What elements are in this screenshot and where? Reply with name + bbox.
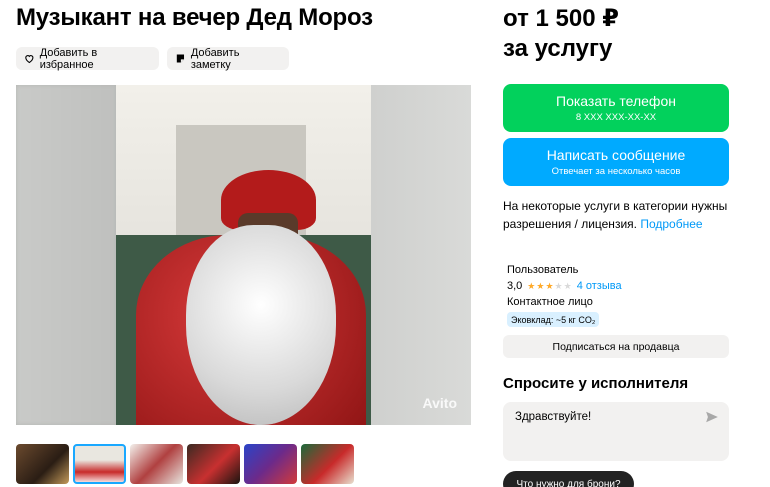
license-notice: На некоторые услуги в категории нужны ра… xyxy=(503,197,738,233)
thumbnail[interactable] xyxy=(16,444,69,484)
seller-contact-type: Контактное лицо xyxy=(507,296,593,308)
add-note-label: Добавить заметку xyxy=(190,46,240,71)
thumbnail[interactable] xyxy=(130,444,183,484)
phone-number-mask: 8 XXX XXX-XX-XX xyxy=(575,112,657,123)
main-photo[interactable]: Avito xyxy=(16,85,471,425)
heart-icon xyxy=(25,55,34,64)
star-filled-icon: ★ xyxy=(536,280,545,291)
add-note-button[interactable]: Добавить заметку xyxy=(167,46,289,71)
eco-badge[interactable]: Эковклад: ~5 кг CO₂ xyxy=(507,312,600,327)
send-icon[interactable] xyxy=(705,410,719,424)
seller-name[interactable]: Пользователь xyxy=(507,264,578,276)
star-empty-icon: ★ xyxy=(554,280,563,291)
rating-stars: ★ ★ ★ ★ ★ xyxy=(527,280,572,291)
thumbnail-strip xyxy=(16,444,354,484)
page-title: Музыкант на вечер Дед Мороз xyxy=(16,4,373,31)
license-more-link[interactable]: Подробнее xyxy=(640,217,702,231)
thumbnail-active[interactable] xyxy=(73,444,126,484)
photo-blur-left xyxy=(16,85,116,425)
response-time: Отвечает за несколько часов xyxy=(551,166,681,177)
write-message-label: Написать сообщение xyxy=(546,147,686,163)
ask-message-input[interactable]: Здравствуйте! xyxy=(503,402,729,461)
star-empty-icon: ★ xyxy=(563,280,572,291)
price: от 1 500 ₽ xyxy=(503,5,619,32)
ask-title: Спросите у исполнителя xyxy=(503,375,689,392)
price-block: от 1 500 ₽ за услугу xyxy=(503,4,619,64)
write-message-button[interactable]: Написать сообщение Отвечает за несколько… xyxy=(503,138,729,186)
thumbnail[interactable] xyxy=(187,444,240,484)
price-unit: за услугу xyxy=(503,35,613,62)
note-icon xyxy=(176,54,185,63)
subscribe-button[interactable]: Подписаться на продавца xyxy=(503,335,729,358)
seller-rating: 3,0 xyxy=(507,280,523,292)
add-to-favorites-label: Добавить в избранное xyxy=(39,46,98,71)
reviews-link[interactable]: 4 отзыва xyxy=(577,280,622,292)
thumbnail[interactable] xyxy=(301,444,354,484)
star-filled-icon: ★ xyxy=(527,280,536,291)
show-phone-label: Показать телефон xyxy=(556,93,676,109)
seller-info: Пользователь 3,0 ★ ★ ★ ★ ★ 4 отзыва Контактн… xyxy=(507,262,622,310)
star-filled-icon: ★ xyxy=(545,280,554,291)
add-to-favorites-button[interactable]: Добавить в избранное xyxy=(16,46,159,71)
thumbnail[interactable] xyxy=(244,444,297,484)
quick-question-chip[interactable]: Что нужно для брони? xyxy=(503,471,634,487)
show-phone-button[interactable]: Показать телефон 8 XXX XXX-XX-XX xyxy=(503,84,729,132)
photo-image xyxy=(116,85,371,425)
photo-watermark: Avito xyxy=(422,395,457,411)
photo-blur-right xyxy=(371,85,471,425)
